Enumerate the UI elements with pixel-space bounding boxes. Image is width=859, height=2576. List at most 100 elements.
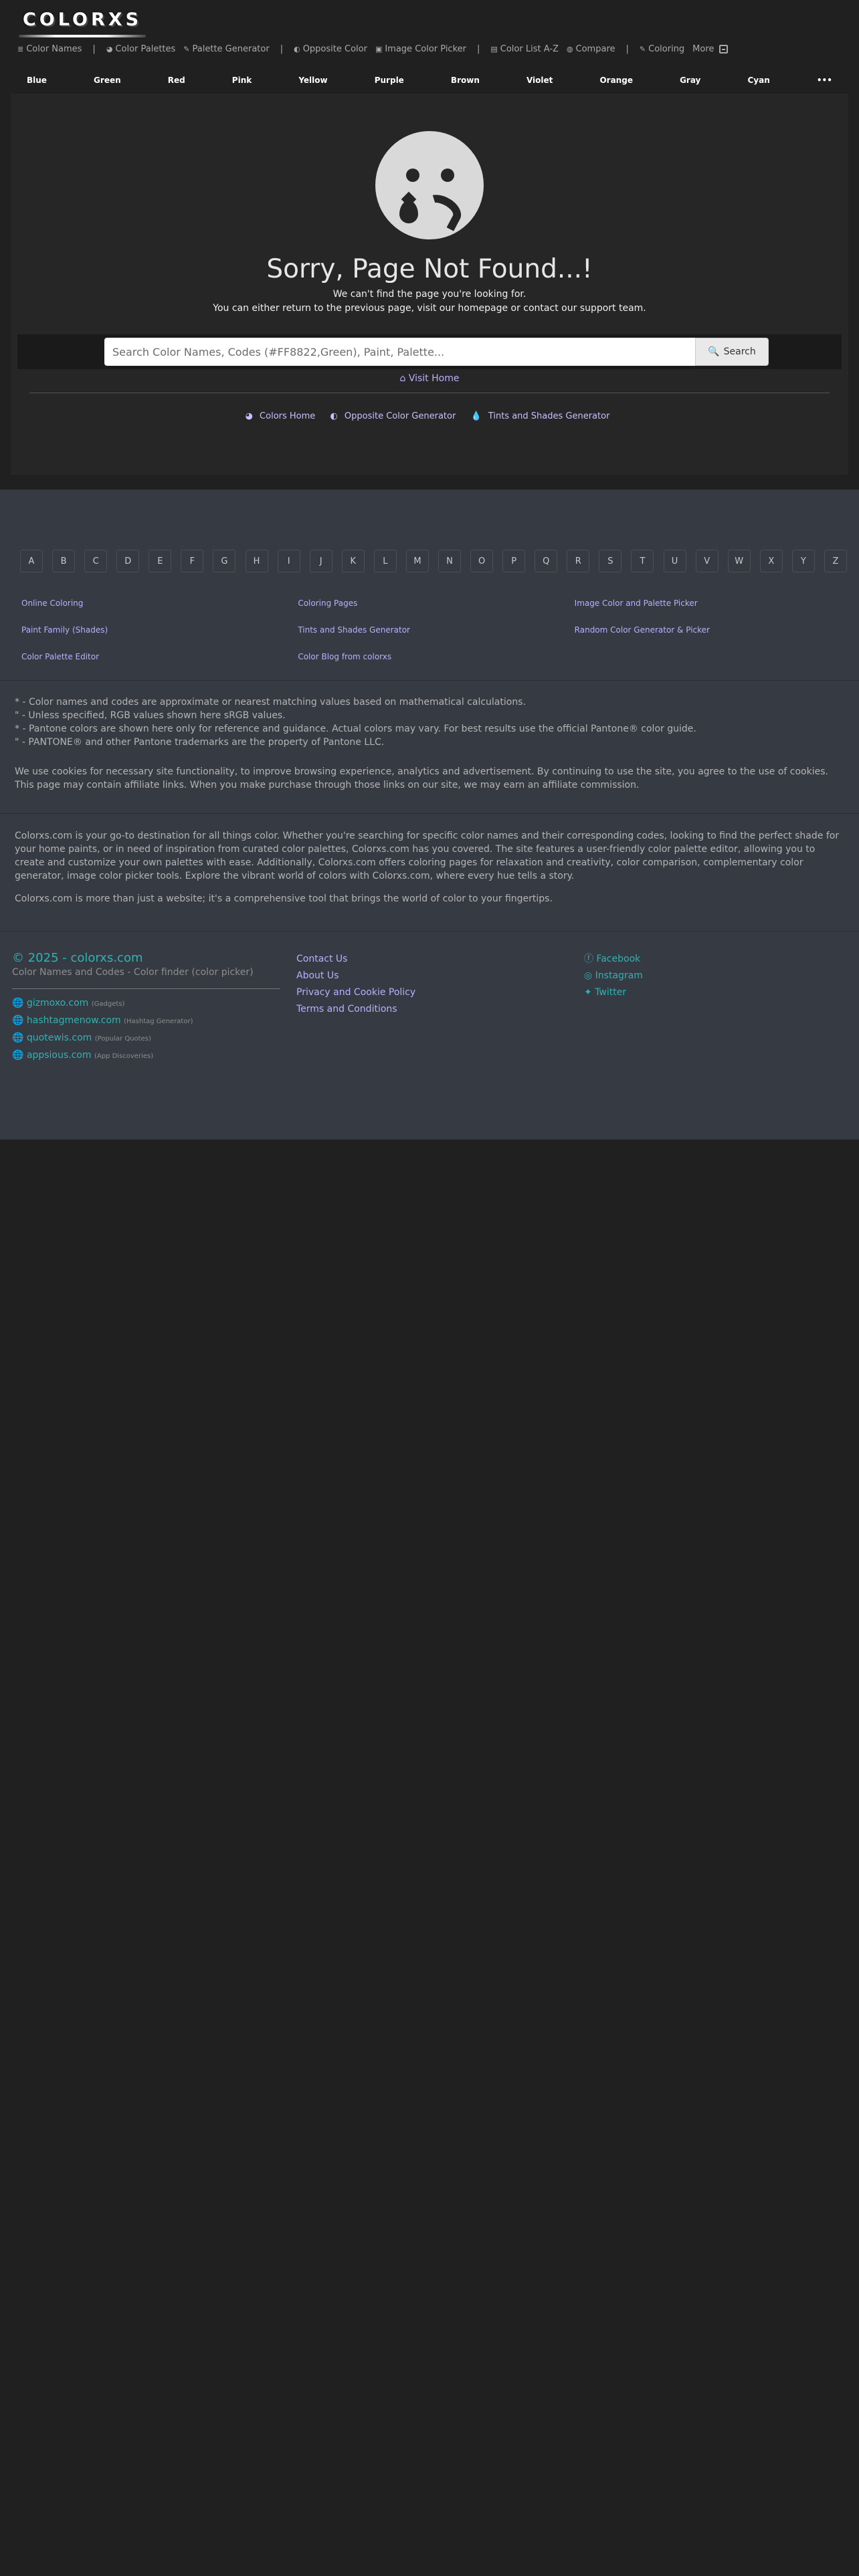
color-link-green[interactable]: Green (94, 76, 121, 85)
color-link-purple[interactable]: Purple (375, 76, 404, 85)
quick-links: ◕ Colors Home ◐ Opposite Color Generator… (11, 411, 848, 421)
header: COLORXS ≣ Color Names | ◕ Color Palettes ✎ Pal… (0, 0, 859, 67)
alphabet-letter-c[interactable]: C (84, 550, 108, 572)
alphabet-letter-r[interactable]: R (567, 550, 590, 572)
tints-shades-link[interactable]: 💧 Tints and Shades Generator (470, 411, 613, 421)
alphabet-letter-s[interactable]: S (599, 550, 622, 572)
alphabet-letter-a[interactable]: A (20, 550, 43, 572)
alphabet-letter-z[interactable]: Z (824, 550, 847, 572)
footer-link-empty (575, 652, 851, 679)
alphabet-letter-x[interactable]: X (759, 550, 783, 572)
color-link-blue[interactable]: Blue (27, 76, 47, 85)
nav-more[interactable]: More (688, 44, 732, 54)
about-text-2: Colorxs.com is more than just a website;… (15, 893, 553, 904)
alphabet-letter-o[interactable]: O (470, 550, 494, 572)
partner-site-link[interactable]: 🌐 quotewis.com (Popular Quotes) (12, 1030, 193, 1047)
alphabet-letter-u[interactable]: U (663, 550, 686, 572)
globe-icon: 🌐 (12, 998, 24, 1008)
alphabet-letter-n[interactable]: N (438, 550, 462, 572)
alphabet-letter-m[interactable]: M (405, 550, 429, 572)
page-title: Sorry, Page Not Found...! (266, 254, 593, 284)
plus-square-icon (719, 45, 729, 53)
nav-color-list-a-z[interactable]: ▤ Color List A-Z (486, 44, 563, 54)
site-logo[interactable]: COLORXS (23, 9, 142, 30)
privacy-policy-link[interactable]: Privacy and Cookie Policy (296, 984, 415, 1001)
search-icon: 🔍 (708, 346, 720, 357)
alphabet-letter-i[interactable]: I (277, 550, 300, 572)
divider (12, 988, 280, 989)
alphabet-letter-b[interactable]: B (52, 550, 76, 572)
color-link-brown[interactable]: Brown (451, 76, 480, 85)
about-us-link[interactable]: About Us (296, 968, 415, 984)
home-icon: ⌂ (399, 373, 406, 384)
contact-us-link[interactable]: Contact Us (296, 951, 415, 968)
facebook-link[interactable]: ⓕ Facebook (584, 951, 643, 968)
footer-link[interactable]: Paint Family (Shades) (21, 625, 298, 652)
alphabet-letter-j[interactable]: J (309, 550, 332, 572)
footer-link[interactable]: Coloring Pages (298, 599, 574, 625)
color-link-pink[interactable]: Pink (232, 76, 252, 85)
footer-link[interactable]: Random Color Generator & Picker (575, 625, 851, 652)
nav-compare[interactable]: ◍ Compare (563, 44, 619, 54)
partner-site-link[interactable]: 🌐 appsious.com (App Discoveries) (12, 1047, 193, 1065)
alphabet-letter-k[interactable]: K (341, 550, 365, 572)
color-link-red[interactable]: Red (168, 76, 185, 85)
footer: ABCDEFGHIJKLMNOPQRSTUVWXYZ Online Colori… (0, 490, 859, 1140)
color-link-cyan[interactable]: Cyan (747, 76, 769, 85)
alphabet-letter-t[interactable]: T (631, 550, 654, 572)
footer-link[interactable]: Color Blog from colorxs (298, 652, 574, 679)
divider (0, 931, 859, 932)
color-link-orange[interactable]: Orange (599, 76, 633, 85)
search-button[interactable]: 🔍 Search (695, 338, 769, 366)
nav-separator: | (626, 44, 629, 54)
search-input[interactable] (104, 338, 695, 366)
nav-palette-generator[interactable]: ✎ Palette Generator (179, 44, 273, 54)
nav-image-color-picker[interactable]: ▣ Image Color Picker (371, 44, 470, 54)
more-colors-button[interactable]: ••• (817, 76, 832, 85)
color-link-violet[interactable]: Violet (527, 76, 553, 85)
globe-icon: 🌐 (12, 1033, 24, 1043)
nav-separator: | (476, 44, 480, 54)
alphabet-letter-v[interactable]: V (695, 550, 719, 572)
terms-link[interactable]: Terms and Conditions (296, 1001, 415, 1018)
footer-link[interactable]: Image Color and Palette Picker (575, 599, 851, 625)
divider (0, 813, 859, 814)
footer-link[interactable]: Color Palette Editor (21, 652, 298, 679)
top-nav: ≣ Color Names | ◕ Color Palettes ✎ Palette Gen… (13, 44, 732, 54)
alphabet-letter-f[interactable]: F (181, 550, 204, 572)
nav-opposite-color[interactable]: ◐ Opposite Color (290, 44, 371, 54)
instagram-link[interactable]: ◎ Instagram (584, 968, 643, 984)
partner-site-link[interactable]: 🌐 gizmoxo.com (Gadgets) (12, 995, 193, 1012)
alphabet-letter-d[interactable]: D (116, 550, 140, 572)
twitter-icon: ✦ (584, 987, 592, 998)
opposite-color-link[interactable]: ◐ Opposite Color Generator (330, 411, 460, 421)
color-link-yellow[interactable]: Yellow (298, 76, 327, 85)
alphabet-letter-e[interactable]: E (149, 550, 172, 572)
alphabet-letter-q[interactable]: Q (535, 550, 558, 572)
color-link-gray[interactable]: Gray (680, 76, 700, 85)
pencil-icon: ✎ (639, 45, 646, 53)
nav-color-names[interactable]: ≣ Color Names (13, 44, 86, 54)
alphabet-letter-l[interactable]: L (373, 550, 397, 572)
alphabet-letter-g[interactable]: G (213, 550, 236, 572)
nav-color-palettes[interactable]: ◕ Color Palettes (102, 44, 179, 54)
colors-home-link[interactable]: ◕ Colors Home (246, 411, 320, 421)
twitter-link[interactable]: ✦ Twitter (584, 984, 643, 1001)
footer-link[interactable]: Online Coloring (21, 599, 298, 625)
copyright: © 2025 - colorxs.com (12, 951, 143, 965)
partner-site-link[interactable]: 🌐 hashtagmenow.com (Hashtag Generator) (12, 1012, 193, 1030)
instagram-icon: ◎ (584, 970, 593, 981)
alphabet-letter-w[interactable]: W (727, 550, 751, 572)
list-alt-icon: ▤ (490, 45, 498, 53)
list-icon: ≣ (17, 45, 24, 53)
alphabet-letter-p[interactable]: P (502, 550, 526, 572)
visit-home-link[interactable]: ⌂ Visit Home (11, 373, 848, 384)
footer-link[interactable]: Tints and Shades Generator (298, 625, 574, 652)
social-links: ⓕ Facebook ◎ Instagram ✦ Twitter (584, 951, 643, 1001)
alphabet-letter-y[interactable]: Y (791, 550, 815, 572)
alphabet-letter-h[interactable]: H (245, 550, 268, 572)
nav-coloring[interactable]: ✎ Coloring (636, 44, 688, 54)
partner-sites: 🌐 gizmoxo.com (Gadgets) 🌐 hashtagmenow.c… (12, 995, 193, 1065)
globe-icon: 🌐 (12, 1015, 24, 1026)
nav-separator: | (280, 44, 284, 54)
